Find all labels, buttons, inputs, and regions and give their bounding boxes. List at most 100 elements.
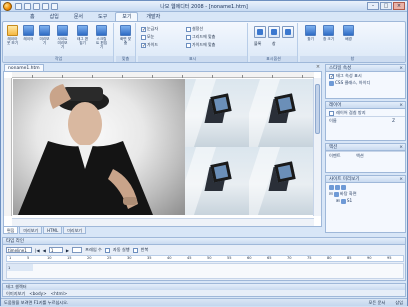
photo-tile[interactable] [185, 147, 249, 215]
tab-developer[interactable]: 개발자 [139, 12, 167, 21]
autoplay-label: 자동 실행 [112, 247, 130, 252]
grid-checkbox[interactable]: 모눈 [141, 34, 154, 40]
layout-view-icon [7, 25, 18, 36]
tag-attr-checkbox[interactable]: 태그 속성 표시 [326, 72, 405, 79]
tab-html[interactable]: HTML [43, 227, 63, 234]
site-tree-root[interactable]: ⊟ 바탕 화면 [326, 190, 405, 197]
block-icon [257, 29, 263, 35]
pane-button[interactable] [268, 26, 280, 38]
panel-close-icon[interactable]: × [399, 65, 403, 72]
horizontal-scrollbar[interactable] [12, 218, 314, 226]
site-refresh-icon[interactable] [341, 184, 346, 190]
snap-guide-checkbox[interactable]: 가이드에 맞춤 [186, 42, 215, 48]
style-panel: 스타일 속성× 태그 속성 표시 CSS 클래스, 아이디 [325, 64, 406, 99]
ribbon-group-window: 찾기 창 크기 배경 창 [300, 23, 405, 62]
snap-grid-checkbox[interactable]: 그리드에 맞춤 [186, 34, 215, 40]
timeline-name-field[interactable]: timeline1 [6, 247, 32, 253]
tab-tools[interactable]: 도구 [91, 12, 114, 21]
minimize-button[interactable]: – [367, 2, 379, 10]
prev-frame-icon[interactable]: ◀ [43, 248, 46, 253]
fps-field[interactable] [72, 247, 83, 253]
preview-icon [39, 25, 50, 36]
frame-field[interactable]: 1 [48, 247, 63, 253]
status-bar: 도움말을 보려면 F1키를 누르십시오. 모든 문서 삽입 [1, 298, 407, 306]
site-panel: 사이트 미리보기 × ⊟ 바탕 화면 ⊞ S1 [325, 175, 406, 233]
tab-view[interactable]: 보기 [115, 12, 139, 21]
tag-item[interactable]: <body> [29, 290, 46, 297]
background-button[interactable]: 배경 [342, 25, 355, 55]
timeline-track[interactable]: 1 [6, 263, 404, 279]
site-new-icon[interactable] [329, 184, 334, 190]
repeat-checkbox[interactable] [132, 247, 138, 253]
tab-edit[interactable]: 편집 [3, 227, 19, 234]
layout-view-button[interactable]: 레이아웃 보기 [6, 25, 19, 55]
tab-preview[interactable]: 미리보기 [19, 227, 43, 234]
tab-document[interactable]: 문서 [67, 12, 90, 21]
tag-item[interactable]: <html> [51, 290, 68, 297]
site-tree-item[interactable]: ⊞ S1 [326, 197, 405, 204]
layer-overlap-checkbox[interactable]: 레이어 겹침 방지 [326, 109, 405, 116]
status-help-text: 도움말을 보려면 F1키를 누르십시오. [4, 300, 69, 305]
tab-insert[interactable]: 삽입 [43, 12, 66, 21]
document-tab[interactable]: noname1.htm [4, 64, 44, 71]
preview-button[interactable]: 미리보기 [38, 25, 51, 55]
tag-editor-icon [77, 25, 88, 36]
maximize-button[interactable]: □ [380, 2, 392, 10]
window-controls: – □ × [367, 2, 405, 10]
layer-button[interactable]: 레이어 [22, 25, 35, 55]
background-icon [343, 25, 354, 36]
ribbon-group-label: 표시 [138, 56, 247, 62]
next-frame-icon[interactable]: ▶ [66, 248, 69, 253]
site-open-icon[interactable] [335, 184, 340, 190]
options-button[interactable] [282, 26, 294, 38]
fit-screen-button[interactable]: 화면 맞춤 [119, 25, 132, 55]
close-document-icon[interactable]: × [315, 64, 321, 70]
ribbon-group-work: 레이아웃 보기 레이어 미리보기 사이트 미리보기 태그 편집기 스크립트 편집… [4, 23, 114, 62]
window-size-button[interactable]: 창 크기 [322, 25, 335, 55]
photo-tile[interactable] [185, 79, 249, 147]
tag-item[interactable]: 이미지보기 [6, 290, 25, 297]
guide-check-icon [141, 42, 146, 48]
horizontal-ruler [12, 72, 314, 78]
vertical-ruler [4, 78, 12, 216]
find-button[interactable]: 찾기 [304, 25, 317, 55]
portrait-image[interactable] [13, 79, 185, 215]
site-preview-button[interactable]: 사이트 미리보기 [56, 25, 69, 55]
setting-line-checkbox[interactable]: 설정선 [186, 26, 203, 32]
block-button[interactable] [254, 26, 266, 38]
script-editor-button[interactable]: 스크립트 편집기 [95, 25, 108, 55]
vertical-scrollbar[interactable] [313, 78, 321, 216]
ribbon-panel: 레이아웃 보기 레이어 미리보기 사이트 미리보기 태그 편집기 스크립트 편집… [2, 21, 406, 63]
scroll-thumb[interactable] [315, 84, 320, 134]
ribbon-group-show: 눈금자 모눈 가이드 설정선 그리드에 맞춤 가이드에 맞춤 표시 [138, 23, 248, 62]
tab-preview-2[interactable]: 미리보기 [63, 227, 86, 234]
ruler-checkbox[interactable]: 눈금자 [141, 26, 158, 32]
layer-panel-header: 레이어 × [326, 102, 405, 109]
photo-tile[interactable] [249, 79, 313, 147]
title-bar: 나모 웹에디터 2008 - [noname1.htm] – □ × [1, 1, 407, 12]
pane-label: 창 [272, 41, 276, 46]
ribbon-group-label: 표시옵션 [250, 56, 297, 62]
layer-panel: 레이어 × 레이어 겹침 방지 이름 Z [325, 101, 406, 141]
channel-label: 1 [7, 264, 33, 271]
script-editor-icon [96, 25, 107, 36]
ribbon-group-display-options: 블록 창 표시옵션 [250, 23, 298, 62]
panel-close-icon[interactable]: × [399, 176, 403, 183]
timeline-header: 타임 라인 [3, 238, 405, 245]
page-stage[interactable] [13, 79, 313, 215]
tag-editor-button[interactable]: 태그 편집기 [76, 25, 89, 55]
site-toolbar [326, 183, 405, 190]
fps-label: 프레임 수 [85, 247, 102, 252]
panel-close-icon[interactable]: × [399, 144, 403, 151]
autoplay-checkbox[interactable] [104, 247, 110, 253]
layer-icon [23, 25, 34, 36]
close-button[interactable]: × [393, 2, 405, 10]
ribbon-group-label: 맞춤 [116, 56, 135, 62]
timeline-controls: timeline1 |◀ ◀ 1 ▶ 프레임 수 자동 실행 반복 [6, 246, 148, 254]
guide-checkbox[interactable]: 가이드 [141, 42, 158, 48]
css-class-row[interactable]: CSS 클래스, 아이디 [326, 79, 405, 86]
panel-close-icon[interactable]: × [399, 102, 403, 109]
photo-tile[interactable] [249, 147, 313, 215]
rewind-icon[interactable]: |◀ [35, 248, 40, 253]
tab-home[interactable]: 홈 [23, 12, 42, 21]
